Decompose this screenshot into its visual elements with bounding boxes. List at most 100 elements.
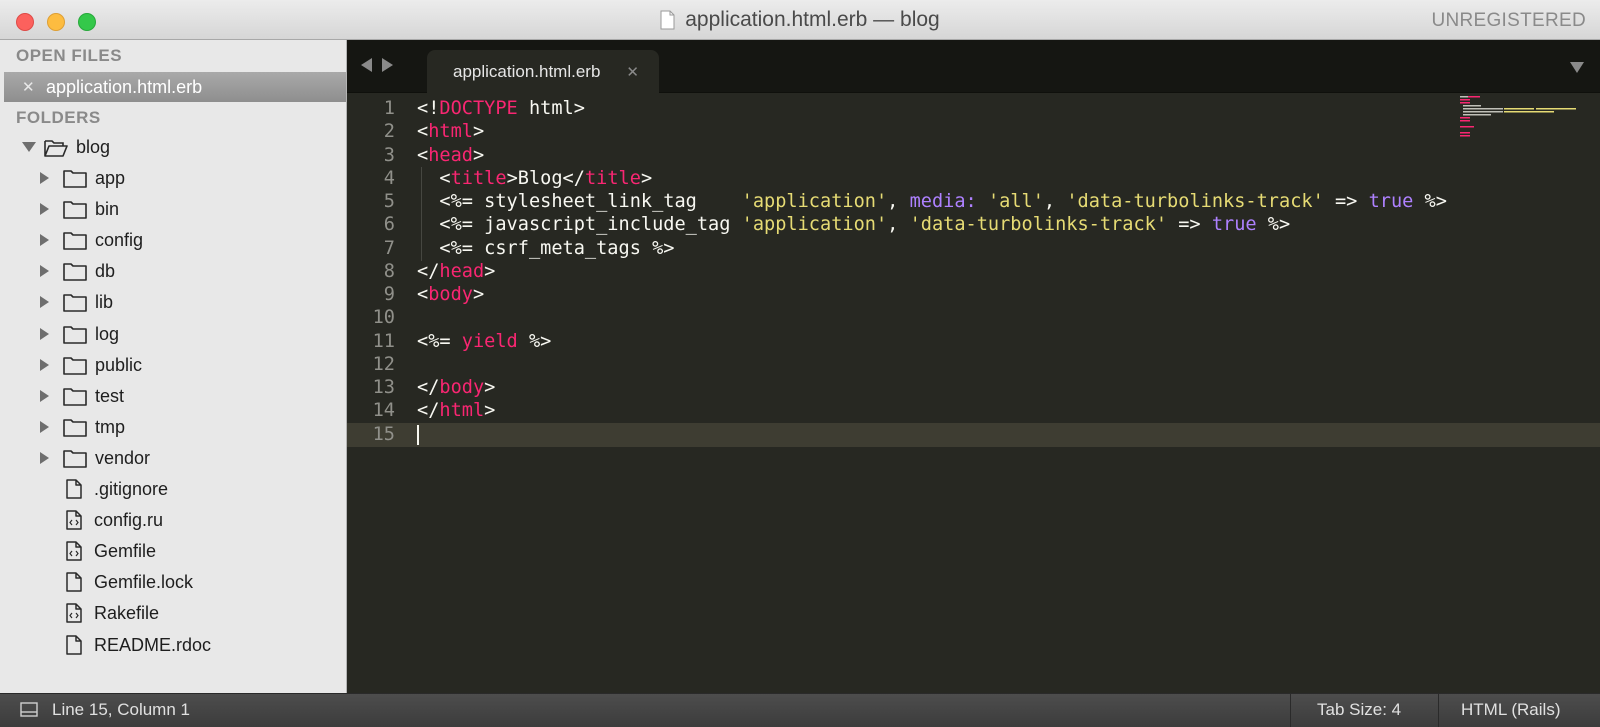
code-token: <%= javascript_include_tag (417, 214, 742, 235)
code-line[interactable]: 11 <%= yield %> (347, 330, 1600, 354)
code-token: html (428, 121, 473, 142)
file-item[interactable]: Gemfile.lock (66, 567, 193, 597)
code-token: media: (909, 191, 977, 212)
code-line[interactable]: 5 <%= stylesheet_link_tag 'application',… (347, 190, 1600, 214)
file-item[interactable]: config.ru (66, 505, 163, 535)
code-token: </ (417, 400, 440, 421)
code-text: </html> (417, 399, 495, 423)
sidebar: OPEN FILES ✕ application.html.erb FOLDER… (0, 40, 347, 693)
previous-tab-icon[interactable] (361, 58, 372, 72)
code-token: < (417, 145, 429, 166)
chevron-right-icon[interactable] (40, 265, 49, 277)
code-line[interactable]: 12 (347, 353, 1600, 377)
line-number: 15 (372, 424, 395, 445)
code-line[interactable]: 6 <%= javascript_include_tag 'applicatio… (347, 213, 1600, 237)
tab-bar: application.html.erb ✕ (347, 40, 1600, 93)
code-text: <!DOCTYPE html> (417, 97, 585, 121)
file-item[interactable]: README.rdoc (66, 630, 211, 660)
code-line[interactable]: 3 <head> (347, 144, 1600, 168)
code-line[interactable]: 7 <%= csrf_meta_tags %> (347, 237, 1600, 261)
chevron-right-icon[interactable] (40, 390, 49, 402)
code-text: <html> (417, 120, 484, 144)
code-token: 'application' (741, 214, 888, 235)
folder-item[interactable]: tmp (40, 412, 125, 442)
code-line[interactable]: 13 </body> (347, 376, 1600, 400)
chevron-right-icon[interactable] (40, 421, 49, 433)
folder-item[interactable]: lib (40, 287, 113, 317)
code-token: DOCTYPE (439, 98, 518, 119)
code-token: title (450, 168, 507, 189)
folder-item[interactable]: public (40, 350, 142, 380)
file-item[interactable]: .gitignore (66, 474, 168, 504)
code-token: 'application' (741, 191, 888, 212)
code-text: </head> (417, 260, 495, 284)
syntax-selector[interactable]: HTML (Rails) (1461, 700, 1560, 720)
editor-window: application.html.erb — blog UNREGISTERED… (0, 0, 1600, 727)
line-number: 1 (383, 98, 395, 119)
file-item[interactable]: Gemfile (66, 536, 156, 566)
editor-pane: application.html.erb ✕ 1 <!DOCTYPE html> 2… (347, 40, 1600, 693)
code-token: title (584, 168, 641, 189)
folder-root-blog[interactable]: blog (22, 132, 110, 162)
code-file-icon (66, 510, 82, 530)
code-text: <%= javascript_include_tag 'application'… (417, 213, 1290, 237)
code-area[interactable]: 1 <!DOCTYPE html> 2 <html> 3 <head> 4 <title>B… (347, 93, 1600, 693)
chevron-right-icon[interactable] (40, 234, 49, 246)
code-line[interactable]: 4 <title>Blog</title> (347, 167, 1600, 191)
file-icon (66, 572, 82, 592)
line-number: 8 (383, 261, 395, 282)
code-line[interactable]: 2 <html> (347, 120, 1600, 144)
code-text: <title>Blog</title> (417, 167, 652, 191)
open-file-item[interactable]: ✕ application.html.erb (4, 72, 346, 102)
status-bar: Line 15, Column 1 Tab Size: 4 HTML (Rail… (0, 693, 1600, 727)
code-token: </ (417, 377, 440, 398)
code-line[interactable]: 9 <body> (347, 283, 1600, 307)
chevron-right-icon[interactable] (40, 452, 49, 464)
tab-size-selector[interactable]: Tab Size: 4 (1317, 700, 1401, 720)
chevron-right-icon[interactable] (40, 203, 49, 215)
code-token: %> (1256, 214, 1291, 235)
code-token: yield (461, 331, 518, 352)
code-line[interactable]: 1 <!DOCTYPE html> (347, 97, 1600, 121)
tab-application-html-erb[interactable]: application.html.erb ✕ (427, 50, 659, 93)
folder-item[interactable]: vendor (40, 443, 150, 473)
code-line[interactable]: 8 </head> (347, 260, 1600, 284)
close-file-icon[interactable]: ✕ (22, 78, 42, 96)
line-number: 6 (383, 214, 395, 235)
chevron-right-icon[interactable] (40, 359, 49, 371)
minimap[interactable] (1460, 95, 1590, 155)
folder-icon (63, 449, 87, 468)
folder-icon (63, 356, 87, 375)
panel-toggle-icon[interactable] (20, 702, 38, 717)
next-tab-icon[interactable] (382, 58, 393, 72)
folder-item[interactable]: db (40, 256, 115, 286)
chevron-right-icon[interactable] (40, 172, 49, 184)
folder-open-icon (44, 139, 68, 157)
folder-icon (63, 418, 87, 437)
unregistered-label: UNREGISTERED (1431, 10, 1586, 31)
folder-item[interactable]: log (40, 319, 119, 349)
folder-item[interactable]: bin (40, 194, 119, 224)
tab-menu-icon[interactable] (1570, 62, 1584, 73)
file-item[interactable]: Rakefile (66, 598, 159, 628)
window-title: application.html.erb — blog (685, 8, 940, 31)
line-number: 11 (372, 331, 395, 352)
folder-item[interactable]: app (40, 163, 125, 193)
file-name: README.rdoc (94, 634, 212, 655)
code-token: body (439, 377, 485, 398)
code-line[interactable]: 14 </html> (347, 399, 1600, 423)
code-token: html (439, 400, 485, 421)
chevron-down-icon[interactable] (22, 142, 36, 152)
line-number: 4 (383, 168, 395, 189)
chevron-right-icon[interactable] (40, 328, 49, 340)
chevron-right-icon[interactable] (40, 296, 49, 308)
code-token: <%= stylesheet_link_tag (417, 191, 742, 212)
code-line[interactable]: 15 (347, 423, 1600, 447)
close-tab-icon[interactable]: ✕ (626, 63, 639, 81)
code-text: <%= stylesheet_link_tag 'application', m… (417, 190, 1447, 214)
folder-item[interactable]: test (40, 381, 124, 411)
folder-icon (63, 231, 87, 250)
folder-name: test (95, 385, 125, 406)
folder-item[interactable]: config (40, 225, 143, 255)
code-line[interactable]: 10 (347, 306, 1600, 330)
